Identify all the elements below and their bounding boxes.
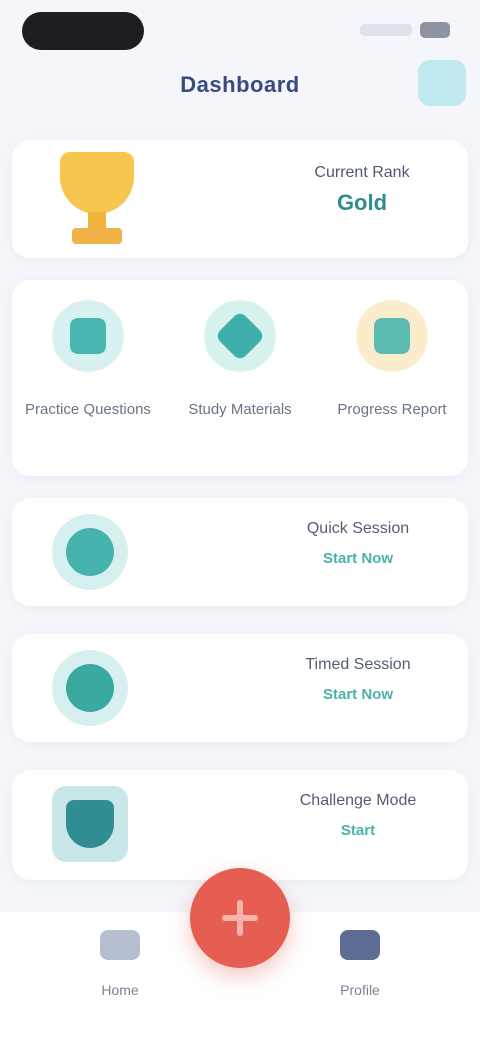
feature-grid: Practice Questions Study Materials Progr… [12, 280, 468, 476]
page-title: Dashboard [180, 72, 300, 97]
mode-start-link[interactable]: Start [268, 822, 448, 839]
nav-home[interactable]: Home [50, 926, 190, 1016]
feature-label: Practice Questions [25, 401, 151, 418]
feature-label: Progress Report [337, 401, 447, 418]
progress-icon [356, 300, 428, 372]
header-action-button[interactable] [418, 60, 466, 106]
app-header: Dashboard [0, 60, 480, 112]
study-icon [204, 300, 276, 372]
mode-title: Quick Session [306, 520, 410, 537]
nav-profile[interactable]: Profile [290, 926, 430, 1016]
rank-label: Current Rank [314, 164, 410, 181]
status-bar [0, 0, 480, 60]
feature-practice[interactable]: Practice Questions [12, 280, 164, 476]
mode-card-challenge[interactable]: Challenge Mode Start [12, 770, 468, 880]
timed-session-icon [52, 650, 128, 726]
challenge-icon [52, 786, 128, 862]
add-button[interactable] [190, 868, 290, 968]
battery-icon [420, 22, 450, 38]
dynamic-island [22, 12, 144, 50]
nav-label: Profile [340, 982, 380, 998]
nav-label: Home [101, 982, 139, 998]
quick-session-icon [52, 514, 128, 590]
feature-label: Study Materials [188, 401, 292, 418]
rank-value: Gold [336, 190, 388, 215]
mode-title: Challenge Mode [299, 792, 417, 809]
trophy-icon [52, 152, 142, 248]
profile-icon [340, 930, 380, 960]
feature-study[interactable]: Study Materials [164, 280, 316, 476]
home-icon [100, 930, 140, 960]
mode-start-link[interactable]: Start Now [268, 686, 448, 703]
signal-icon [360, 24, 412, 36]
mode-card-timed[interactable]: Timed Session Start Now [12, 634, 468, 742]
rank-card[interactable]: Current Rank Gold [12, 140, 468, 258]
feature-progress[interactable]: Progress Report [316, 280, 468, 476]
mode-card-quick[interactable]: Quick Session Start Now [12, 498, 468, 606]
mode-start-link[interactable]: Start Now [268, 550, 448, 567]
mode-title: Timed Session [305, 656, 411, 673]
status-indicators [360, 22, 450, 38]
practice-icon [52, 300, 124, 372]
